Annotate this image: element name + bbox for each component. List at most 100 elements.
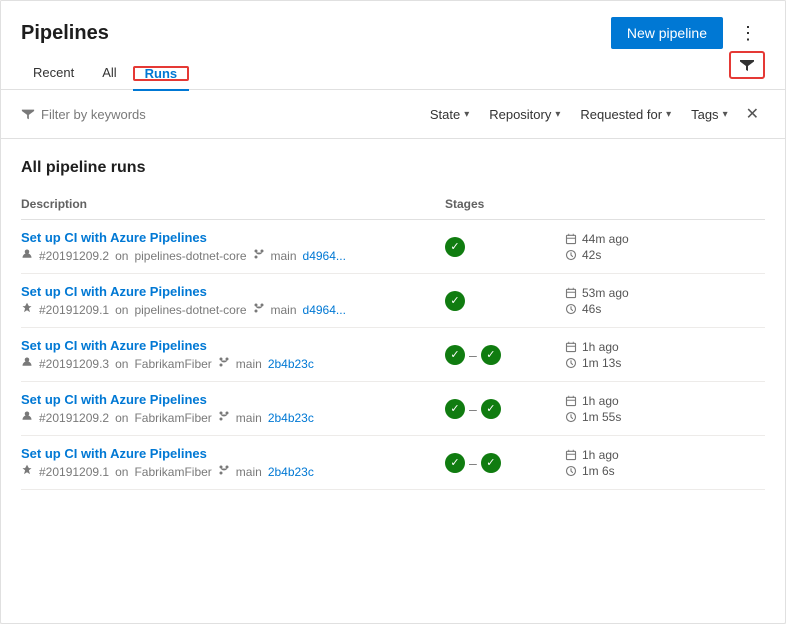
stages-col: ✓ (445, 291, 565, 311)
tab-recent[interactable]: Recent (21, 57, 86, 90)
table-row: Set up CI with Azure Pipelines #20191209… (21, 436, 765, 490)
state-chevron-icon: ▾ (464, 109, 469, 120)
time-ago-item: 1h ago (565, 448, 619, 462)
pipeline-name-link[interactable]: Set up CI with Azure Pipelines (21, 338, 207, 353)
clock-icon (565, 249, 577, 261)
stages-col: ✓ (445, 237, 565, 257)
time-ago-item: 1h ago (565, 340, 619, 354)
requested-for-label: Requested for (580, 107, 662, 122)
repo-name: FabrikamFiber (134, 357, 211, 371)
user-icon (21, 248, 33, 263)
tags-filter-button[interactable]: Tags ▾ (683, 103, 736, 126)
pipeline-name-link[interactable]: Set up CI with Azure Pipelines (21, 392, 207, 407)
calendar-icon (565, 449, 577, 461)
time-col: 1h ago 1m 13s (565, 340, 765, 370)
table-row: Set up CI with Azure Pipelines #20191209… (21, 382, 765, 436)
pipeline-meta: #20191209.3 on FabrikamFiber main 2b4b23… (21, 356, 445, 371)
time-ago: 1h ago (582, 394, 619, 408)
run-number: #20191209.2 (39, 411, 109, 425)
requested-for-filter-button[interactable]: Requested for ▾ (572, 103, 679, 126)
run-number: #20191209.2 (39, 249, 109, 263)
pipeline-meta: #20191209.2 on FabrikamFiber main 2b4b23… (21, 410, 445, 425)
tab-runs-wrapper: Runs (133, 66, 190, 81)
user-icon (21, 356, 33, 371)
tags-label: Tags (691, 107, 718, 122)
user-icon (21, 302, 33, 317)
header-actions: New pipeline ⋮ (611, 17, 765, 49)
stage-dash: – (469, 455, 477, 471)
time-col: 53m ago 46s (565, 286, 765, 316)
repo-name: FabrikamFiber (134, 411, 211, 425)
pipeline-name-link[interactable]: Set up CI with Azure Pipelines (21, 284, 207, 299)
stage-check-icon: ✓ (445, 345, 465, 365)
run-number: #20191209.1 (39, 303, 109, 317)
more-options-button[interactable]: ⋮ (731, 18, 765, 48)
stage-check-icon: ✓ (481, 453, 501, 473)
table-header: Description Stages (21, 189, 765, 220)
branch-name: main (236, 465, 262, 479)
duration-item: 1m 6s (565, 464, 615, 478)
user-icon (21, 464, 33, 479)
clock-icon (565, 411, 577, 423)
duration-item: 1m 55s (565, 410, 621, 424)
stages-col: ✓–✓ (445, 399, 565, 419)
repo-name: pipelines-dotnet-core (134, 303, 246, 317)
stage-check-icon: ✓ (481, 399, 501, 419)
tab-all[interactable]: All (90, 57, 128, 90)
branch-name: main (236, 411, 262, 425)
stage-check-icon: ✓ (481, 345, 501, 365)
section-title: All pipeline runs (21, 159, 765, 177)
duration-item: 46s (565, 302, 601, 316)
time-ago-item: 44m ago (565, 232, 629, 246)
repository-filter-button[interactable]: Repository ▾ (481, 103, 568, 126)
pipeline-meta: #20191209.2 on pipelines-dotnet-core mai… (21, 248, 445, 263)
duration: 46s (582, 302, 601, 316)
duration-item: 42s (565, 248, 601, 262)
col-stages: Stages (445, 195, 565, 213)
branch-name: main (271, 303, 297, 317)
duration: 1m 6s (582, 464, 615, 478)
description-col: Set up CI with Azure Pipelines #20191209… (21, 392, 445, 425)
duration: 1m 13s (582, 356, 621, 370)
stages-col: ✓–✓ (445, 453, 565, 473)
state-filter-button[interactable]: State ▾ (422, 103, 477, 126)
stages-col: ✓–✓ (445, 345, 565, 365)
branch-icon (218, 464, 230, 479)
top-right-filter-button[interactable] (729, 51, 765, 79)
table-row: Set up CI with Azure Pipelines #20191209… (21, 328, 765, 382)
calendar-icon (565, 287, 577, 299)
stage-check-icon: ✓ (445, 237, 465, 257)
new-pipeline-button[interactable]: New pipeline (611, 17, 723, 49)
description-col: Set up CI with Azure Pipelines #20191209… (21, 338, 445, 371)
repository-chevron-icon: ▾ (555, 109, 560, 120)
pipeline-name-link[interactable]: Set up CI with Azure Pipelines (21, 230, 207, 245)
requested-for-chevron-icon: ▾ (666, 109, 671, 120)
time-col: 1h ago 1m 55s (565, 394, 765, 424)
filter-icon (739, 57, 755, 73)
user-icon (21, 410, 33, 425)
stage-check-icon: ✓ (445, 291, 465, 311)
stage-dash: – (469, 347, 477, 363)
description-col: Set up CI with Azure Pipelines #20191209… (21, 284, 445, 317)
description-col: Set up CI with Azure Pipelines #20191209… (21, 446, 445, 479)
stage-check-icon: ✓ (445, 399, 465, 419)
branch-icon (253, 248, 265, 263)
pipeline-name-link[interactable]: Set up CI with Azure Pipelines (21, 446, 207, 461)
filter-close-button[interactable]: ✕ (740, 100, 765, 128)
calendar-icon (565, 395, 577, 407)
time-ago: 1h ago (582, 448, 619, 462)
repository-label: Repository (489, 107, 551, 122)
repo-name: pipelines-dotnet-core (134, 249, 246, 263)
meta-on: on (115, 411, 128, 425)
time-ago-item: 1h ago (565, 394, 619, 408)
tab-runs[interactable]: Runs (133, 58, 190, 91)
branch-icon (218, 356, 230, 371)
table-row: Set up CI with Azure Pipelines #20191209… (21, 220, 765, 274)
col-description: Description (21, 195, 445, 213)
pipeline-rows: Set up CI with Azure Pipelines #20191209… (21, 220, 765, 490)
repo-name: FabrikamFiber (134, 465, 211, 479)
meta-on: on (115, 357, 128, 371)
clock-icon (565, 303, 577, 315)
branch-name: main (236, 357, 262, 371)
filter-bar: Filter by keywords State ▾ Repository ▾ … (1, 90, 785, 139)
